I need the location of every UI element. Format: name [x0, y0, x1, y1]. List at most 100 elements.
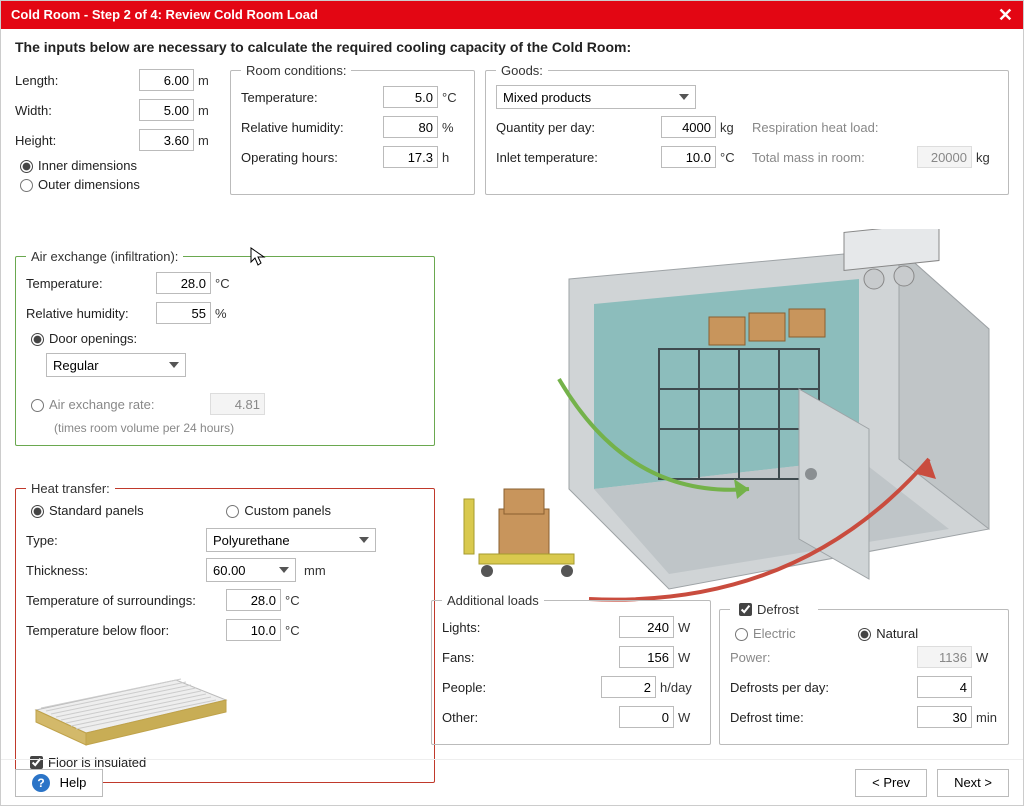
defrost-checkbox[interactable]: Defrost	[735, 600, 799, 619]
window-title: Cold Room - Step 2 of 4: Review Cold Roo…	[11, 1, 318, 29]
air-temp-unit: °C	[215, 276, 237, 291]
air-temp-label: Temperature:	[26, 276, 156, 291]
air-rate-note: (times room volume per 24 hours)	[54, 421, 424, 435]
additional-loads-legend: Additional loads	[442, 593, 544, 608]
room-rh-input[interactable]	[383, 116, 438, 138]
goods-qty-label: Quantity per day:	[496, 120, 661, 135]
defrost-natural-radio[interactable]: Natural	[853, 625, 918, 641]
defrost-perday-label: Defrosts per day:	[730, 680, 917, 695]
inner-dimensions-radio[interactable]: Inner dimensions	[15, 157, 137, 173]
thickness-unit: mm	[304, 563, 326, 578]
below-temp-label: Temperature below floor:	[26, 623, 226, 638]
goods-inlet-unit: °C	[720, 150, 742, 165]
below-temp-unit: °C	[285, 623, 307, 638]
goods-inlet-input[interactable]	[661, 146, 716, 168]
air-exchange-legend: Air exchange (infiltration):	[26, 249, 183, 264]
width-label: Width:	[15, 103, 139, 118]
defrost-power-unit: W	[976, 650, 998, 665]
air-rh-input[interactable]	[156, 302, 211, 324]
other-label: Other:	[442, 710, 619, 725]
room-hours-input[interactable]	[383, 146, 438, 168]
room-temp-input[interactable]	[383, 86, 438, 108]
fans-label: Fans:	[442, 650, 619, 665]
room-hours-label: Operating hours:	[241, 150, 383, 165]
next-button[interactable]: Next >	[937, 769, 1009, 797]
help-button[interactable]: ? Help	[15, 769, 103, 797]
help-icon: ?	[32, 774, 50, 792]
goods-mass-input[interactable]	[917, 146, 972, 168]
lights-unit: W	[678, 620, 700, 635]
prev-button[interactable]: < Prev	[855, 769, 927, 797]
thickness-select[interactable]: 60.00	[206, 558, 296, 582]
other-unit: W	[678, 710, 700, 725]
room-hours-unit: h	[442, 150, 464, 165]
fans-input[interactable]	[619, 646, 674, 668]
door-openings-select[interactable]: Regular	[46, 353, 186, 377]
footer: ? Help < Prev Next >	[1, 759, 1023, 805]
people-input[interactable]	[601, 676, 656, 698]
titlebar: Cold Room - Step 2 of 4: Review Cold Roo…	[1, 1, 1023, 29]
thickness-label: Thickness:	[26, 563, 206, 578]
goods-mass-unit: kg	[976, 150, 998, 165]
goods-qty-input[interactable]	[661, 116, 716, 138]
height-input[interactable]	[139, 129, 194, 151]
outer-dimensions-radio[interactable]: Outer dimensions	[15, 176, 140, 192]
subtitle: The inputs below are necessary to calcul…	[15, 39, 1009, 55]
lights-input[interactable]	[619, 616, 674, 638]
width-unit: m	[198, 103, 220, 118]
room-temp-label: Temperature:	[241, 90, 383, 105]
door-openings-radio[interactable]: Door openings:	[26, 330, 137, 346]
room-rh-unit: %	[442, 120, 464, 135]
air-rate-radio[interactable]: Air exchange rate:	[26, 396, 196, 412]
close-icon[interactable]: ✕	[998, 1, 1013, 29]
air-rh-unit: %	[215, 306, 237, 321]
defrost-time-label: Defrost time:	[730, 710, 917, 725]
room-conditions-legend: Room conditions:	[241, 63, 351, 78]
goods-group: Goods: Mixed products Quantity per day: …	[485, 63, 1009, 195]
length-input[interactable]	[139, 69, 194, 91]
goods-legend: Goods:	[496, 63, 548, 78]
other-input[interactable]	[619, 706, 674, 728]
people-label: People:	[442, 680, 601, 695]
dimensions-group: Length: m Width: m Height: m Inner dimen…	[15, 63, 220, 195]
heat-transfer-legend: Heat transfer:	[26, 481, 115, 496]
defrost-power-input	[917, 646, 972, 668]
custom-panels-radio[interactable]: Custom panels	[221, 502, 331, 518]
length-label: Length:	[15, 73, 139, 88]
panel-illustration	[26, 655, 236, 750]
defrost-perday-input[interactable]	[917, 676, 972, 698]
panel-type-select[interactable]: Polyurethane	[206, 528, 376, 552]
defrost-legend: Defrost	[730, 600, 818, 619]
cold-room-illustration	[449, 229, 1009, 624]
height-unit: m	[198, 133, 220, 148]
air-rh-label: Relative humidity:	[26, 306, 156, 321]
standard-panels-radio[interactable]: Standard panels	[26, 502, 144, 518]
defrost-time-input[interactable]	[917, 706, 972, 728]
width-input[interactable]	[139, 99, 194, 121]
air-exchange-group: Air exchange (infiltration): Temperature…	[15, 249, 435, 446]
fans-unit: W	[678, 650, 700, 665]
goods-qty-unit: kg	[720, 120, 742, 135]
below-temp-input[interactable]	[226, 619, 281, 641]
goods-mass-label: Total mass in room:	[752, 150, 917, 165]
goods-resp-label: Respiration heat load:	[752, 120, 998, 135]
height-label: Height:	[15, 133, 139, 148]
additional-loads-group: Additional loads Lights: W Fans: W Peopl…	[431, 593, 711, 745]
length-unit: m	[198, 73, 220, 88]
defrost-electric-radio[interactable]: Electric	[730, 625, 796, 641]
goods-product-select[interactable]: Mixed products	[496, 85, 696, 109]
cursor-icon	[250, 247, 266, 267]
air-temp-input[interactable]	[156, 272, 211, 294]
heat-transfer-group: Heat transfer: Standard panels Custom pa…	[15, 481, 435, 783]
defrost-time-unit: min	[976, 710, 998, 725]
surr-temp-input[interactable]	[226, 589, 281, 611]
surr-temp-unit: °C	[285, 593, 307, 608]
room-rh-label: Relative humidity:	[241, 120, 383, 135]
dialog-window: Cold Room - Step 2 of 4: Review Cold Roo…	[0, 0, 1024, 806]
air-rate-input	[210, 393, 265, 415]
surr-temp-label: Temperature of surroundings:	[26, 593, 226, 608]
lights-label: Lights:	[442, 620, 619, 635]
room-conditions-group: Room conditions: Temperature: °C Relativ…	[230, 63, 475, 195]
panel-type-label: Type:	[26, 533, 206, 548]
goods-inlet-label: Inlet temperature:	[496, 150, 661, 165]
